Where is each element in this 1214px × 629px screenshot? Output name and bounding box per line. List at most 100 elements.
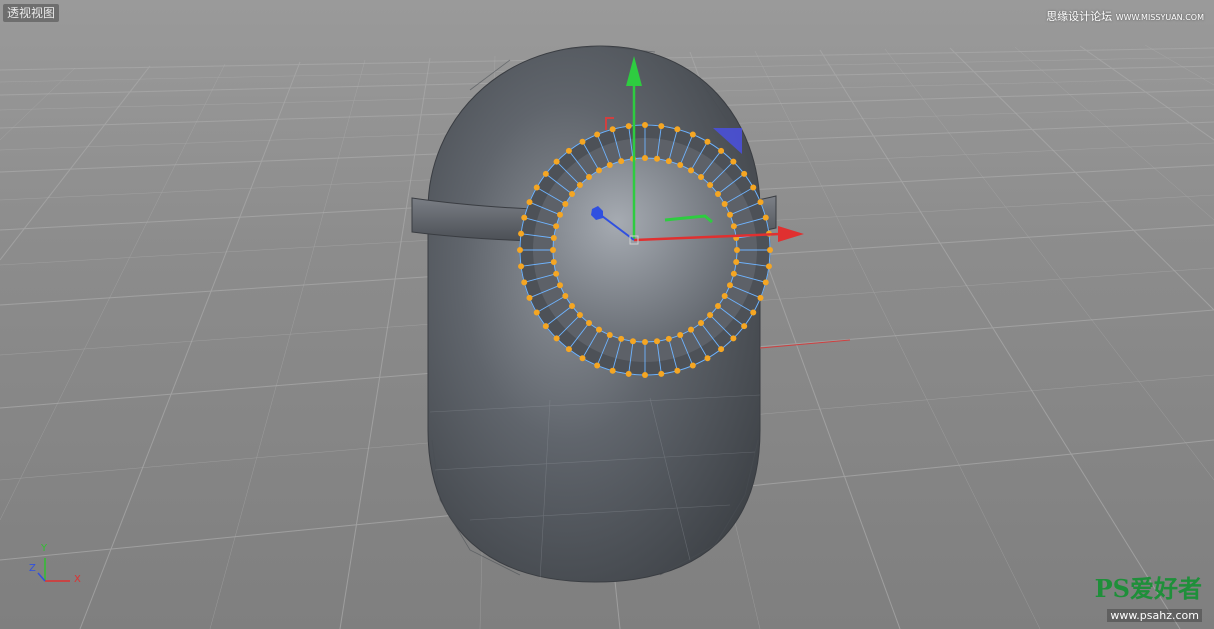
selected-vertex[interactable] bbox=[714, 303, 721, 310]
minion-body-model[interactable] bbox=[411, 45, 777, 583]
gizmo-x-arrow-icon[interactable] bbox=[778, 226, 804, 242]
selected-vertex[interactable] bbox=[526, 199, 533, 206]
selected-vertex[interactable] bbox=[642, 372, 648, 378]
selected-vertex[interactable] bbox=[553, 270, 560, 277]
selected-vertex[interactable] bbox=[718, 147, 725, 154]
selected-vertex[interactable] bbox=[721, 201, 728, 207]
selected-vertex[interactable] bbox=[550, 247, 556, 253]
selected-vertex[interactable] bbox=[642, 155, 648, 161]
selected-vertex[interactable] bbox=[704, 138, 711, 145]
viewport-title-label[interactable]: 透视视图 bbox=[3, 4, 60, 22]
selected-vertex[interactable] bbox=[569, 190, 576, 197]
selected-vertex[interactable] bbox=[594, 362, 601, 369]
selected-vertex[interactable] bbox=[757, 294, 764, 301]
selected-vertex[interactable] bbox=[689, 362, 696, 369]
selected-vertex[interactable] bbox=[618, 335, 625, 342]
selected-vertex[interactable] bbox=[618, 158, 625, 165]
selected-vertex[interactable] bbox=[757, 199, 764, 206]
selected-vertex[interactable] bbox=[553, 223, 560, 230]
selected-vertex[interactable] bbox=[518, 230, 525, 237]
selected-vertex[interactable] bbox=[734, 247, 740, 253]
selected-vertex[interactable] bbox=[579, 138, 586, 145]
selected-vertex[interactable] bbox=[553, 158, 560, 165]
selected-vertex[interactable] bbox=[625, 370, 632, 377]
selected-vertex[interactable] bbox=[629, 338, 636, 345]
selected-vertex[interactable] bbox=[585, 174, 592, 181]
perspective-viewport[interactable]: 透视视图 Y Z X 思缘设计论坛 WWW.MISSYUAN.COM PS爱好者… bbox=[0, 0, 1214, 629]
selected-vertex[interactable] bbox=[609, 126, 616, 133]
selected-vertex[interactable] bbox=[767, 247, 773, 253]
selected-vertex[interactable] bbox=[688, 326, 694, 333]
axis-x-label: X bbox=[74, 574, 81, 585]
selected-vertex[interactable] bbox=[654, 155, 661, 162]
selected-vertex[interactable] bbox=[762, 214, 769, 221]
selected-vertex[interactable] bbox=[576, 181, 583, 188]
selected-vertex[interactable] bbox=[565, 147, 572, 154]
selected-vertex[interactable] bbox=[730, 158, 737, 165]
selected-vertex[interactable] bbox=[741, 170, 748, 177]
selected-vertex[interactable] bbox=[542, 323, 549, 330]
selected-vertex[interactable] bbox=[730, 223, 737, 230]
selected-vertex[interactable] bbox=[658, 123, 665, 130]
selected-vertex[interactable] bbox=[677, 331, 684, 338]
selected-vertex[interactable] bbox=[625, 123, 632, 130]
selected-vertex[interactable] bbox=[594, 131, 601, 138]
selected-vertex[interactable] bbox=[533, 184, 540, 191]
selected-vertex[interactable] bbox=[533, 309, 540, 316]
selected-vertex[interactable] bbox=[674, 367, 681, 374]
selected-vertex[interactable] bbox=[718, 346, 725, 353]
selected-vertex[interactable] bbox=[557, 211, 564, 218]
selected-vertex[interactable] bbox=[517, 247, 523, 253]
selected-vertex[interactable] bbox=[750, 184, 757, 191]
selected-vertex[interactable] bbox=[750, 309, 757, 316]
selected-vertex[interactable] bbox=[550, 259, 557, 266]
selected-vertex[interactable] bbox=[606, 331, 613, 338]
selected-vertex[interactable] bbox=[721, 293, 728, 299]
selected-vertex[interactable] bbox=[542, 170, 549, 177]
selected-vertex[interactable] bbox=[707, 312, 714, 319]
watermark-site-cn: 思缘设计论坛 bbox=[1046, 10, 1113, 23]
selected-vertex[interactable] bbox=[730, 270, 737, 277]
selected-vertex[interactable] bbox=[642, 339, 648, 345]
selected-vertex[interactable] bbox=[689, 131, 696, 138]
selected-vertex[interactable] bbox=[726, 282, 733, 289]
selected-vertex[interactable] bbox=[726, 211, 733, 218]
selected-vertex[interactable] bbox=[569, 303, 576, 310]
selected-vertex[interactable] bbox=[553, 335, 560, 342]
selected-vertex[interactable] bbox=[550, 234, 557, 241]
selected-vertex[interactable] bbox=[606, 162, 613, 169]
selected-vertex[interactable] bbox=[688, 167, 694, 174]
selected-vertex[interactable] bbox=[609, 367, 616, 374]
viewport-canvas[interactable] bbox=[0, 0, 1214, 629]
selected-vertex[interactable] bbox=[741, 323, 748, 330]
selected-vertex[interactable] bbox=[733, 259, 740, 266]
selected-vertex[interactable] bbox=[698, 319, 705, 326]
selected-vertex[interactable] bbox=[704, 355, 711, 362]
selected-vertex[interactable] bbox=[562, 293, 569, 299]
selected-vertex[interactable] bbox=[654, 338, 661, 345]
selected-vertex[interactable] bbox=[565, 346, 572, 353]
selected-vertex[interactable] bbox=[730, 335, 737, 342]
selected-vertex[interactable] bbox=[665, 335, 672, 342]
selected-vertex[interactable] bbox=[526, 294, 533, 301]
selected-vertex[interactable] bbox=[674, 126, 681, 133]
selected-vertex[interactable] bbox=[762, 279, 769, 286]
selected-vertex[interactable] bbox=[765, 263, 772, 270]
selected-vertex[interactable] bbox=[665, 158, 672, 165]
selected-vertex[interactable] bbox=[557, 282, 564, 289]
selected-vertex[interactable] bbox=[585, 319, 592, 326]
selected-vertex[interactable] bbox=[658, 370, 665, 377]
selected-vertex[interactable] bbox=[642, 122, 648, 128]
selected-vertex[interactable] bbox=[596, 326, 602, 333]
selected-vertex[interactable] bbox=[521, 214, 528, 221]
selected-vertex[interactable] bbox=[562, 201, 569, 207]
selected-vertex[interactable] bbox=[579, 355, 586, 362]
selected-vertex[interactable] bbox=[677, 162, 684, 169]
selected-vertex[interactable] bbox=[576, 312, 583, 319]
selected-vertex[interactable] bbox=[596, 167, 602, 174]
selected-vertex[interactable] bbox=[521, 279, 528, 286]
selected-vertex[interactable] bbox=[518, 263, 525, 270]
selected-vertex[interactable] bbox=[714, 190, 721, 197]
selected-vertex[interactable] bbox=[698, 174, 705, 181]
selected-vertex[interactable] bbox=[707, 181, 714, 188]
